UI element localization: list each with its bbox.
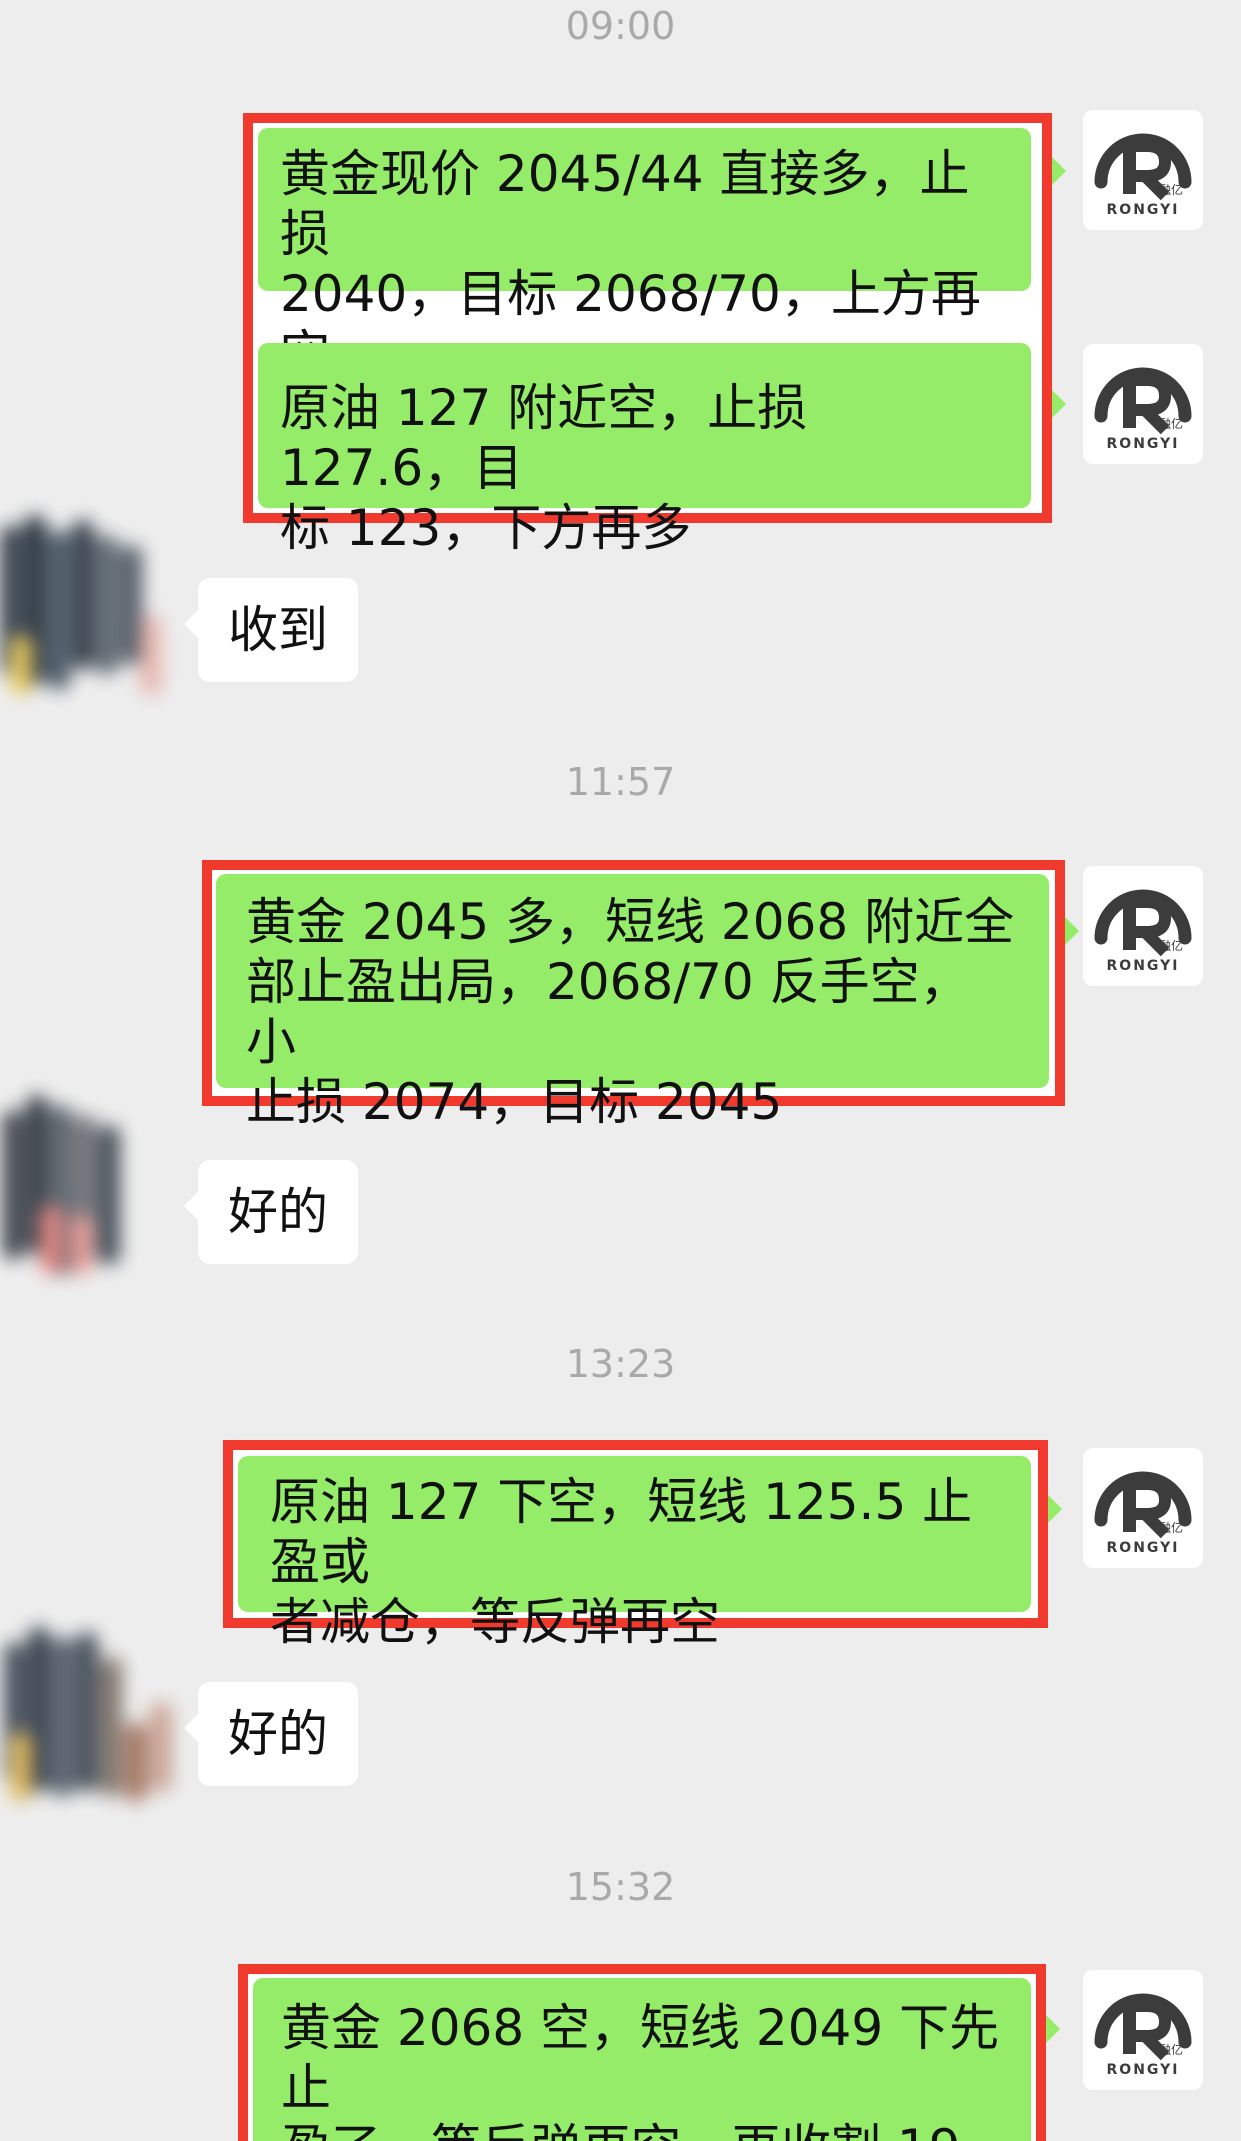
brand-name: RONGYI	[1107, 2062, 1180, 2078]
rongyi-logo: 融亿 RONGYI	[1094, 367, 1192, 452]
timestamp: 11:57	[565, 760, 676, 804]
rongyi-logo: 融亿 RONGYI	[1094, 133, 1192, 218]
message-bubble-incoming[interactable]: 收到	[198, 578, 358, 682]
message-bubble-outgoing[interactable]: 原油 127 附近空，止损 127.6，目 标 123，下方再多	[258, 343, 1031, 557]
bubble-tail	[1065, 917, 1079, 945]
message-bubble-incoming[interactable]: 好的	[198, 1160, 358, 1264]
rongyi-logo: 融亿 RONGYI	[1094, 889, 1192, 974]
bubble-tail	[1052, 157, 1066, 185]
bubble-tail	[184, 610, 198, 638]
bubble-tail	[1046, 2015, 1060, 2043]
message-bubble-outgoing[interactable]: 黄金现价 2045/44 直接多，止损 2040，目标 2068/70，上方再空	[258, 128, 1031, 383]
avatar[interactable]: 融亿 RONGYI	[1083, 1970, 1203, 2090]
timestamp: 13:23	[565, 1342, 676, 1386]
brand-name: RONGYI	[1107, 436, 1180, 452]
timestamp: 15:32	[565, 1865, 676, 1909]
rongyi-logo: 融亿 RONGYI	[1094, 1471, 1192, 1556]
rongyi-logo: 融亿 RONGYI	[1094, 1993, 1192, 2078]
avatar[interactable]	[0, 1085, 180, 1285]
brand-name: RONGYI	[1107, 958, 1180, 974]
brand-name: RONGYI	[1107, 1540, 1180, 1556]
brand-cn: 融亿	[1159, 416, 1183, 431]
brand-cn: 融亿	[1159, 2042, 1183, 2057]
avatar[interactable]: 融亿 RONGYI	[1083, 866, 1203, 986]
brand-cn: 融亿	[1159, 938, 1183, 953]
timestamp: 09:00	[565, 4, 676, 48]
avatar[interactable]	[0, 505, 180, 705]
brand-cn: 融亿	[1159, 1520, 1183, 1535]
message-bubble-outgoing[interactable]: 黄金 2068 空，短线 2049 下先止 盈了，等反弹再空，再收割 19 美 …	[253, 1978, 1031, 2141]
avatar[interactable]: 融亿 RONGYI	[1083, 110, 1203, 230]
avatar[interactable]: 融亿 RONGYI	[1083, 1448, 1203, 1568]
chat-view[interactable]: 09:00 黄金现价 2045/44 直接多，止损 2040，目标 2068/7…	[0, 0, 1241, 2141]
avatar[interactable]: 融亿 RONGYI	[1083, 344, 1203, 464]
bubble-tail	[184, 1192, 198, 1220]
brand-name: RONGYI	[1107, 202, 1180, 218]
avatar[interactable]	[0, 1612, 180, 1812]
message-bubble-outgoing[interactable]: 黄金 2045 多，短线 2068 附近全 部止盈出局，2068/70 反手空，…	[216, 874, 1049, 1131]
bubble-tail	[184, 1714, 198, 1742]
bubble-tail	[1052, 390, 1066, 418]
message-bubble-outgoing[interactable]: 原油 127 下空，短线 125.5 止盈或 者减仓，等反弹再空	[238, 1456, 1031, 1651]
brand-cn: 融亿	[1159, 182, 1183, 197]
bubble-tail	[1048, 1495, 1062, 1523]
message-bubble-incoming[interactable]: 好的	[198, 1682, 358, 1786]
